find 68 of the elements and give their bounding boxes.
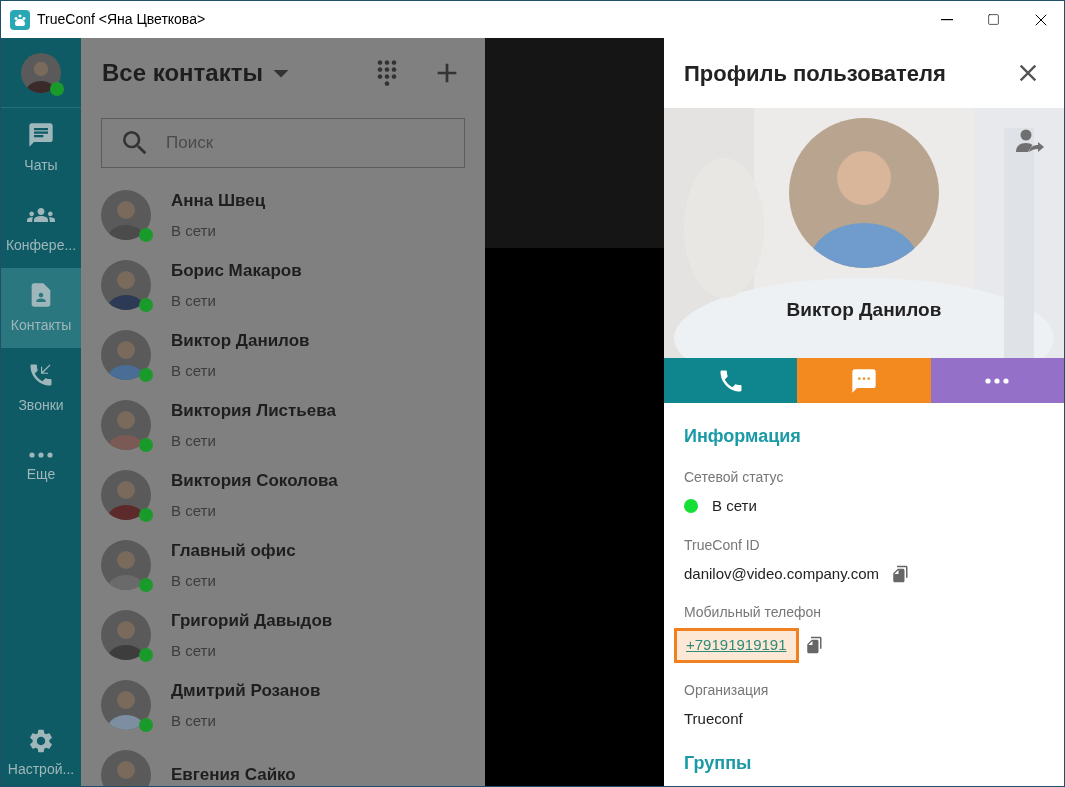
contact-name: Григорий Давыдов [171,610,333,632]
more-icon [29,451,53,458]
nav-item[interactable]: Конфере... [1,188,81,268]
nav-item[interactable]: Контакты [1,268,81,348]
contact-name: Борис Макаров [171,260,302,282]
contact-row[interactable]: Борис Макаров В сети [81,250,485,320]
nav-item[interactable]: Чаты [1,108,81,188]
copy-icon[interactable] [891,564,910,583]
avatar [101,540,151,590]
contact-name: Анна Швец [171,190,266,212]
contact-row[interactable]: Евгения Сайко [81,740,485,786]
contact-row[interactable]: Виктория Листьева В сети [81,390,485,460]
contact-name: Евгения Сайко [171,764,296,786]
contacts-title: Все контакты [102,58,263,88]
nav-item[interactable]: Звонки [1,348,81,428]
contact-name: Дмитрий Розанов [171,680,321,702]
avatar [101,470,151,520]
contact-row[interactable]: Дмитрий Розанов В сети [81,670,485,740]
avatar [101,400,151,450]
maximize-icon [987,13,1000,26]
contact-name: Виктор Данилов [171,330,310,352]
chat-icon [850,366,878,395]
field-label: Организация [684,680,770,700]
contact-status: В сети [171,710,217,731]
contact-name: Виктория Листьева [171,400,336,422]
contact-row[interactable]: Анна Швец В сети [81,180,485,250]
field-label: Мобильный телефон [684,603,822,622]
avatar [101,260,151,310]
field-value: Trueconf [684,708,744,729]
contact-row[interactable]: Виктория Соколова В сети [81,460,485,530]
chat-icon [27,120,55,149]
field-value: danilov@video.company.com [684,563,880,584]
copy-icon[interactable] [804,636,823,655]
nav-item[interactable]: Еще [1,428,81,508]
avatar [101,330,151,380]
field-label: Сетевой статус [684,468,785,487]
field-label: TrueConf ID [684,535,761,555]
contact-status: В сети [171,360,217,381]
avatar [101,610,151,660]
avatar [101,750,151,786]
contact-row[interactable]: Главный офис В сети [81,530,485,600]
contact-status: В сети [171,500,217,521]
contact-status: В сети [171,290,217,311]
contact-name: Виктория Соколова [171,470,338,492]
contact-name: Главный офис [171,540,296,562]
more-icon [985,377,1010,384]
app-logo-icon [10,9,30,30]
contact-row[interactable]: Григорий Давыдов В сети [81,600,485,670]
contact-status: В сети [171,430,217,451]
profile-name: Виктор Данилов [786,298,942,322]
contact-status: В сети [171,220,217,241]
settings-nav-item[interactable]: Настрой... [1,720,81,786]
chat-action-button[interactable] [797,358,931,403]
window-title: TrueConf <Яна Цветкова> [37,10,206,29]
section-heading: Группы [684,752,753,775]
contact-row[interactable]: Виктор Данилов В сети [81,320,485,390]
contact-status: В сети [171,570,217,591]
phone-link[interactable]: +79191919191 [674,628,799,663]
section-heading: Информация [684,425,802,448]
avatar [21,52,61,93]
avatar [101,190,151,240]
call-action-button[interactable] [664,358,798,403]
contact-status: В сети [171,640,217,661]
minimize-icon [940,18,953,21]
share-contact-icon[interactable] [1016,128,1044,154]
panel-title: Профиль пользователя [684,59,946,88]
avatar [101,680,151,730]
field-value: В сети [712,496,757,516]
